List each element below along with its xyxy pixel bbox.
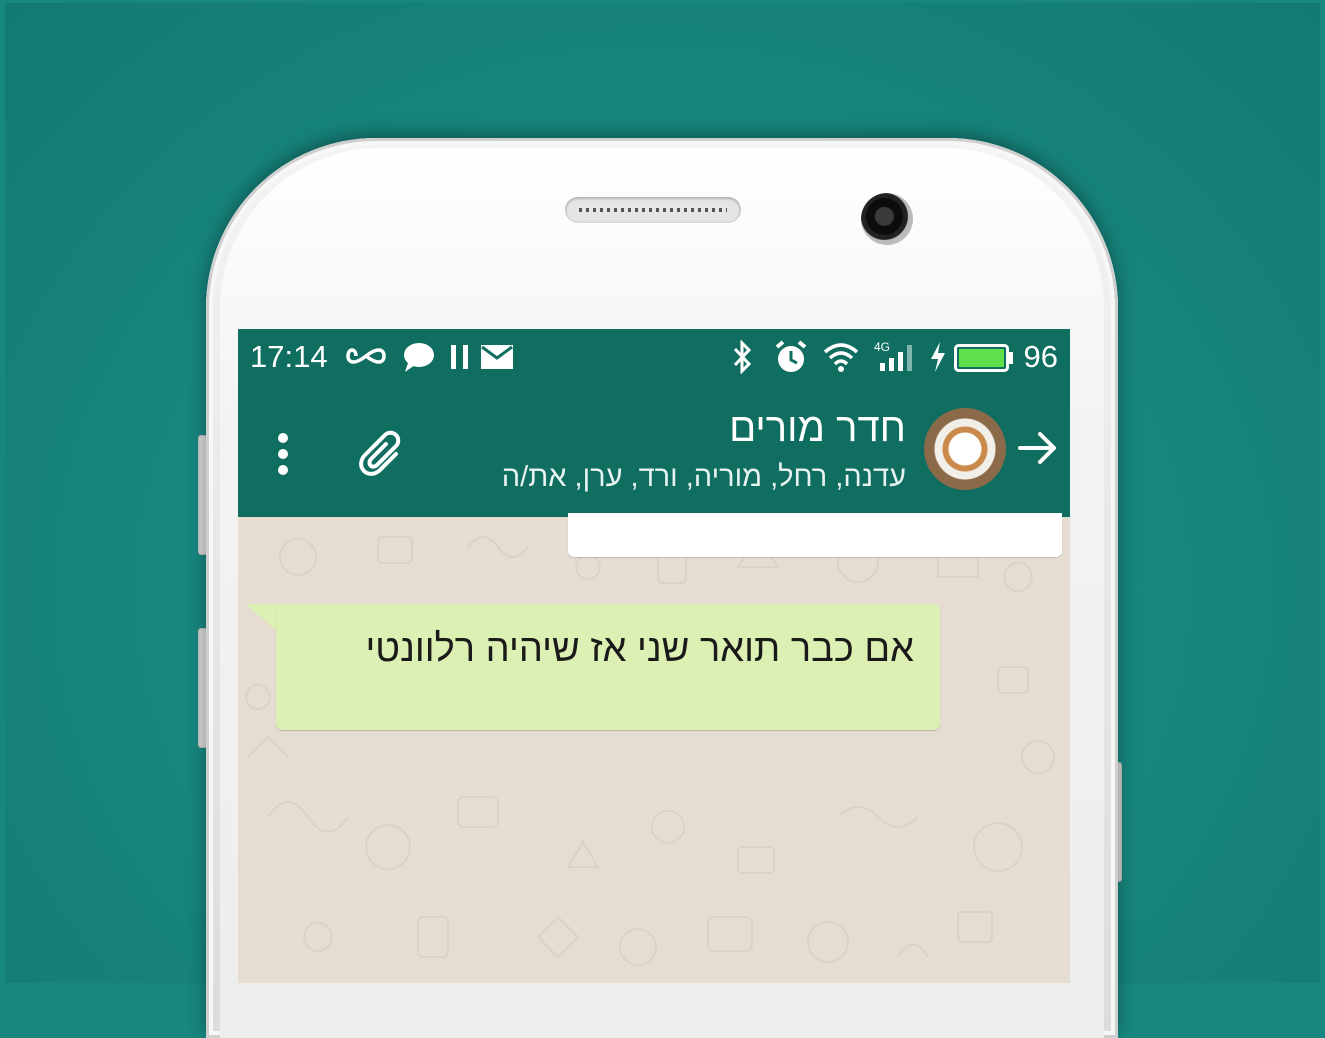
chat-wallpaper-pattern (245, 535, 1055, 966)
battery-icon (954, 344, 1013, 372)
chat-header: חדר מורים עדנה, רחל, מוריה, ורד, ערן, את… (238, 386, 1070, 517)
group-avatar[interactable] (924, 408, 1006, 490)
message-text: אם כבר תואר שני אז שיהיה רלוונטי (365, 628, 914, 670)
more-options-icon[interactable] (276, 432, 290, 476)
front-camera (861, 193, 913, 245)
previous-message-bubble (568, 513, 1062, 557)
signal-icon (880, 345, 912, 371)
chat-area: אם כבר תואר שני אז שיהיה רלוונטי (238, 513, 1070, 983)
bluetooth-icon (733, 340, 752, 374)
earpiece-speaker (565, 197, 741, 223)
status-bar: 17:14 4G 96 (238, 329, 1070, 386)
participants-list[interactable]: עדנה, רחל, מוריה, ורד, ערן, את/ה (502, 461, 906, 494)
infinity-icon (346, 348, 386, 364)
phone-screen: 17:14 4G 96 חדר מורים עדנה, רחל, מוריה, … (238, 329, 1070, 983)
alarm-icon (775, 340, 807, 372)
message-bubble-tail (246, 604, 280, 634)
battery-percent: 96 (1023, 339, 1058, 374)
charging-icon (931, 342, 945, 372)
status-time: 17:14 (250, 339, 328, 374)
pause-icon (451, 345, 468, 369)
group-name[interactable]: חדר מורים (729, 406, 906, 451)
back-arrow-icon[interactable] (1016, 426, 1060, 470)
mail-icon (481, 345, 513, 369)
message-bubble[interactable]: אם כבר תואר שני אז שיהיה רלוונטי (276, 604, 940, 730)
wifi-icon (823, 343, 859, 372)
attach-icon[interactable] (356, 428, 412, 484)
chat-bubble-icon (404, 343, 434, 372)
